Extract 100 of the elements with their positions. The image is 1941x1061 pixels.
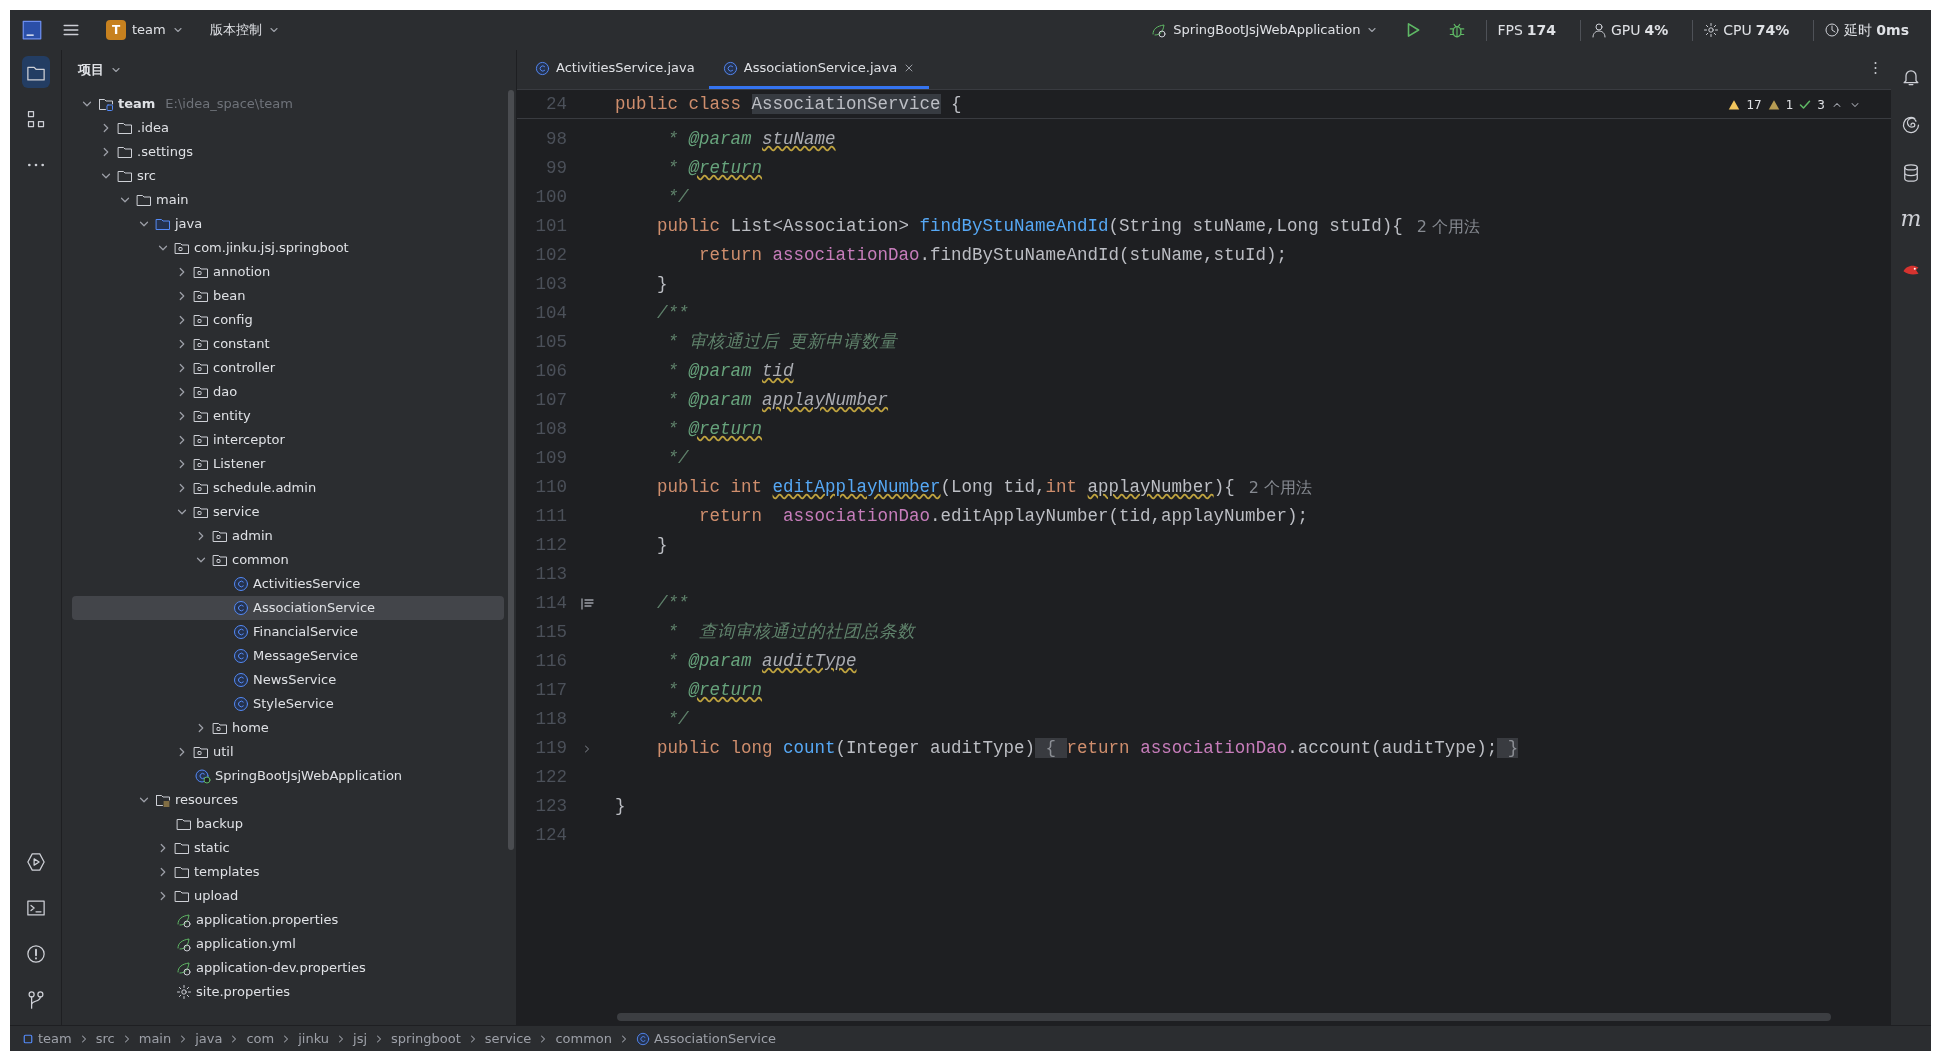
- tree-item[interactable]: static: [72, 836, 504, 860]
- leaf-icon: [176, 936, 192, 952]
- vcs-menu-button[interactable]: 版本控制: [203, 16, 286, 44]
- package-icon: [193, 384, 209, 400]
- weak-warning-count[interactable]: 1: [1785, 96, 1794, 114]
- tree-item[interactable]: util: [72, 740, 504, 764]
- tree-item[interactable]: com.jinku.jsj.springboot: [72, 236, 504, 260]
- tree-item[interactable]: application.yml: [72, 932, 504, 956]
- usage-hint[interactable]: 2 个用法: [1416, 214, 1480, 239]
- warning-count[interactable]: 17: [1746, 96, 1762, 114]
- breadcrumb-item[interactable]: springboot: [391, 1028, 461, 1049]
- tree-item[interactable]: main: [72, 188, 504, 212]
- horizontal-scrollbar[interactable]: [617, 1013, 1831, 1021]
- breadcrumb-item[interactable]: jinku: [298, 1028, 330, 1049]
- package-icon: [193, 336, 209, 352]
- breadcrumb-item[interactable]: team: [22, 1028, 72, 1049]
- package-icon: [212, 720, 228, 736]
- tree-item[interactable]: entity: [72, 404, 504, 428]
- tree-item[interactable]: controller: [72, 356, 504, 380]
- tree-item[interactable]: StyleService: [72, 692, 504, 716]
- code-line: * @param tid: [666, 360, 794, 384]
- tree-item[interactable]: upload: [72, 884, 504, 908]
- package-icon: [174, 240, 190, 256]
- package-icon: [193, 264, 209, 280]
- kebab-icon: [1874, 60, 1877, 76]
- package-icon: [193, 408, 209, 424]
- run-config-selector[interactable]: SpringBootJsjWebApplication: [1145, 16, 1385, 44]
- tree-item[interactable]: annotion: [72, 260, 504, 284]
- package-icon: [212, 552, 228, 568]
- person-icon: [1591, 22, 1607, 38]
- leaf-icon: [176, 912, 192, 928]
- tree-item[interactable]: schedule.admin: [72, 476, 504, 500]
- gear-icon: [176, 984, 192, 1000]
- tree-item[interactable]: .settings: [72, 140, 504, 164]
- code-line: /**: [656, 592, 689, 616]
- folder-icon: [155, 216, 171, 232]
- tree-item[interactable]: site.properties: [72, 980, 504, 1004]
- tree-item[interactable]: NewsService: [72, 668, 504, 692]
- breadcrumb-item[interactable]: jsj: [353, 1028, 368, 1049]
- tree-item[interactable]: interceptor: [72, 428, 504, 452]
- tree-item[interactable]: bean: [72, 284, 504, 308]
- tree-item[interactable]: MessageService: [72, 644, 504, 668]
- breadcrumb-item[interactable]: common: [555, 1028, 612, 1049]
- tree-item[interactable]: home: [72, 716, 504, 740]
- tree-item[interactable]: FinancialService: [72, 620, 504, 644]
- code-line: }: [656, 534, 668, 558]
- tree-item[interactable]: resources: [72, 788, 504, 812]
- more-icon: [26, 162, 45, 167]
- package-icon: [193, 432, 209, 448]
- class-icon: [233, 576, 249, 592]
- tree-item[interactable]: common: [72, 548, 504, 572]
- code-line: * @return: [666, 157, 763, 181]
- package-icon: [193, 504, 209, 520]
- monitor-value: 4%: [1644, 20, 1669, 40]
- tree-item[interactable]: templates: [72, 860, 504, 884]
- warning-icon: [1767, 99, 1780, 111]
- class-icon: [233, 696, 249, 712]
- tree-item[interactable]: application.properties: [72, 908, 504, 932]
- usage-hint[interactable]: 2 个用法: [1248, 475, 1312, 500]
- tree-item[interactable]: backup: [72, 812, 504, 836]
- code-line: public List<Association> findByStuNameAndId(String stuName,Long stuId){: [656, 215, 1403, 239]
- monitor-label: FPS: [1497, 20, 1523, 40]
- code-line: * @return: [666, 679, 763, 703]
- tree-item[interactable]: admin: [72, 524, 504, 548]
- tree-item[interactable]: src: [72, 164, 504, 188]
- tree-item[interactable]: config: [72, 308, 504, 332]
- tree-item[interactable]: dao: [72, 380, 504, 404]
- tree-item[interactable]: ActivitiesService: [72, 572, 504, 596]
- structure-icon: [25, 108, 46, 129]
- folder-icon: [117, 168, 133, 184]
- tree-item[interactable]: AssociationService: [72, 596, 504, 620]
- tree-item[interactable]: .idea: [72, 116, 504, 140]
- project-switcher[interactable]: T team: [100, 16, 190, 44]
- resource-folder-icon: [155, 792, 171, 808]
- breadcrumb-item[interactable]: main: [138, 1028, 172, 1049]
- passed-count[interactable]: 3: [1817, 96, 1825, 114]
- breadcrumb-item[interactable]: src: [95, 1028, 115, 1049]
- tree-item[interactable]: java: [72, 212, 504, 236]
- breadcrumb-item[interactable]: com: [246, 1028, 275, 1049]
- folder-icon: [136, 192, 152, 208]
- tree-item[interactable]: service: [72, 500, 504, 524]
- breadcrumb-item[interactable]: service: [484, 1028, 532, 1049]
- package-icon: [193, 360, 209, 376]
- project-tool-button[interactable]: [21, 56, 50, 88]
- tree-item[interactable]: team E:\idea_space\team: [72, 92, 504, 116]
- tree-item[interactable]: constant: [72, 332, 504, 356]
- tree-item[interactable]: SpringBootJsjWebApplication: [72, 764, 504, 788]
- breadcrumb-item[interactable]: AssociationService: [636, 1028, 777, 1049]
- warning-icon: [1728, 99, 1741, 111]
- maven-tool-button[interactable]: m: [1896, 204, 1926, 237]
- breadcrumb-item[interactable]: java: [195, 1028, 223, 1049]
- class-icon: [636, 1031, 650, 1046]
- tree-item[interactable]: Listener: [72, 452, 504, 476]
- editor-tab[interactable]: ActivitiesService.java: [521, 50, 709, 89]
- panel-title-dropdown[interactable]: 项目: [72, 56, 128, 84]
- tree-item[interactable]: application-dev.properties: [72, 956, 504, 980]
- warning-icon: [25, 943, 46, 964]
- app-logo-icon: [22, 20, 42, 40]
- gear-icon: [1703, 22, 1720, 38]
- monitor-label: CPU: [1723, 20, 1752, 40]
